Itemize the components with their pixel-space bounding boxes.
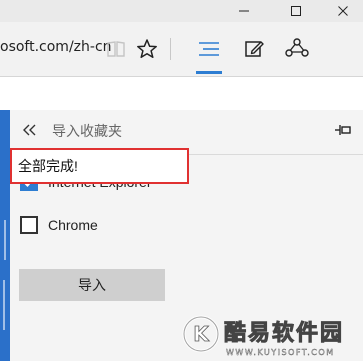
- panel-header: 导入收藏夹: [10, 110, 363, 150]
- svg-text:酷易软件园: 酷易软件园: [224, 320, 344, 346]
- import-button[interactable]: 导入: [19, 269, 165, 301]
- back-chevron-icon[interactable]: [22, 122, 38, 138]
- toolbar-border: [0, 76, 363, 77]
- chrome-label: Chrome: [48, 217, 98, 233]
- page-content-strip: [0, 110, 10, 361]
- pin-icon[interactable]: [334, 121, 352, 139]
- favorite-star-icon[interactable]: [134, 36, 160, 62]
- hub-icon[interactable]: [196, 36, 222, 62]
- toolbar-separator: [170, 38, 171, 60]
- title-bar: [0, 0, 363, 22]
- panel-title: 导入收藏夹: [52, 123, 122, 139]
- svg-text:K: K: [193, 322, 210, 346]
- svg-text:WWW.KUYISOFT.COM: WWW.KUYISOFT.COM: [226, 348, 335, 357]
- web-note-icon[interactable]: [241, 36, 267, 62]
- minimize-icon: [238, 5, 250, 17]
- maximize-icon: [290, 5, 302, 17]
- toast-message: 全部完成!: [18, 158, 78, 174]
- watermark-logo: K 酷易软件园 WWW.KUYISOFT.COM: [178, 310, 363, 361]
- maximize-button[interactable]: [276, 0, 316, 22]
- hub-active-indicator: [196, 71, 222, 74]
- source-option-chrome[interactable]: Chrome: [20, 215, 98, 235]
- browser-toolbar: osoft.com/zh-cn: [0, 22, 363, 76]
- close-button[interactable]: [323, 0, 363, 22]
- close-icon: [337, 5, 349, 17]
- address-bar[interactable]: osoft.com/zh-cn: [0, 39, 112, 55]
- reading-view-icon[interactable]: [103, 36, 129, 62]
- minimize-button[interactable]: [224, 0, 264, 22]
- chrome-checkbox[interactable]: [20, 216, 38, 234]
- share-icon[interactable]: [284, 36, 310, 62]
- completion-toast: 全部完成!: [10, 148, 189, 184]
